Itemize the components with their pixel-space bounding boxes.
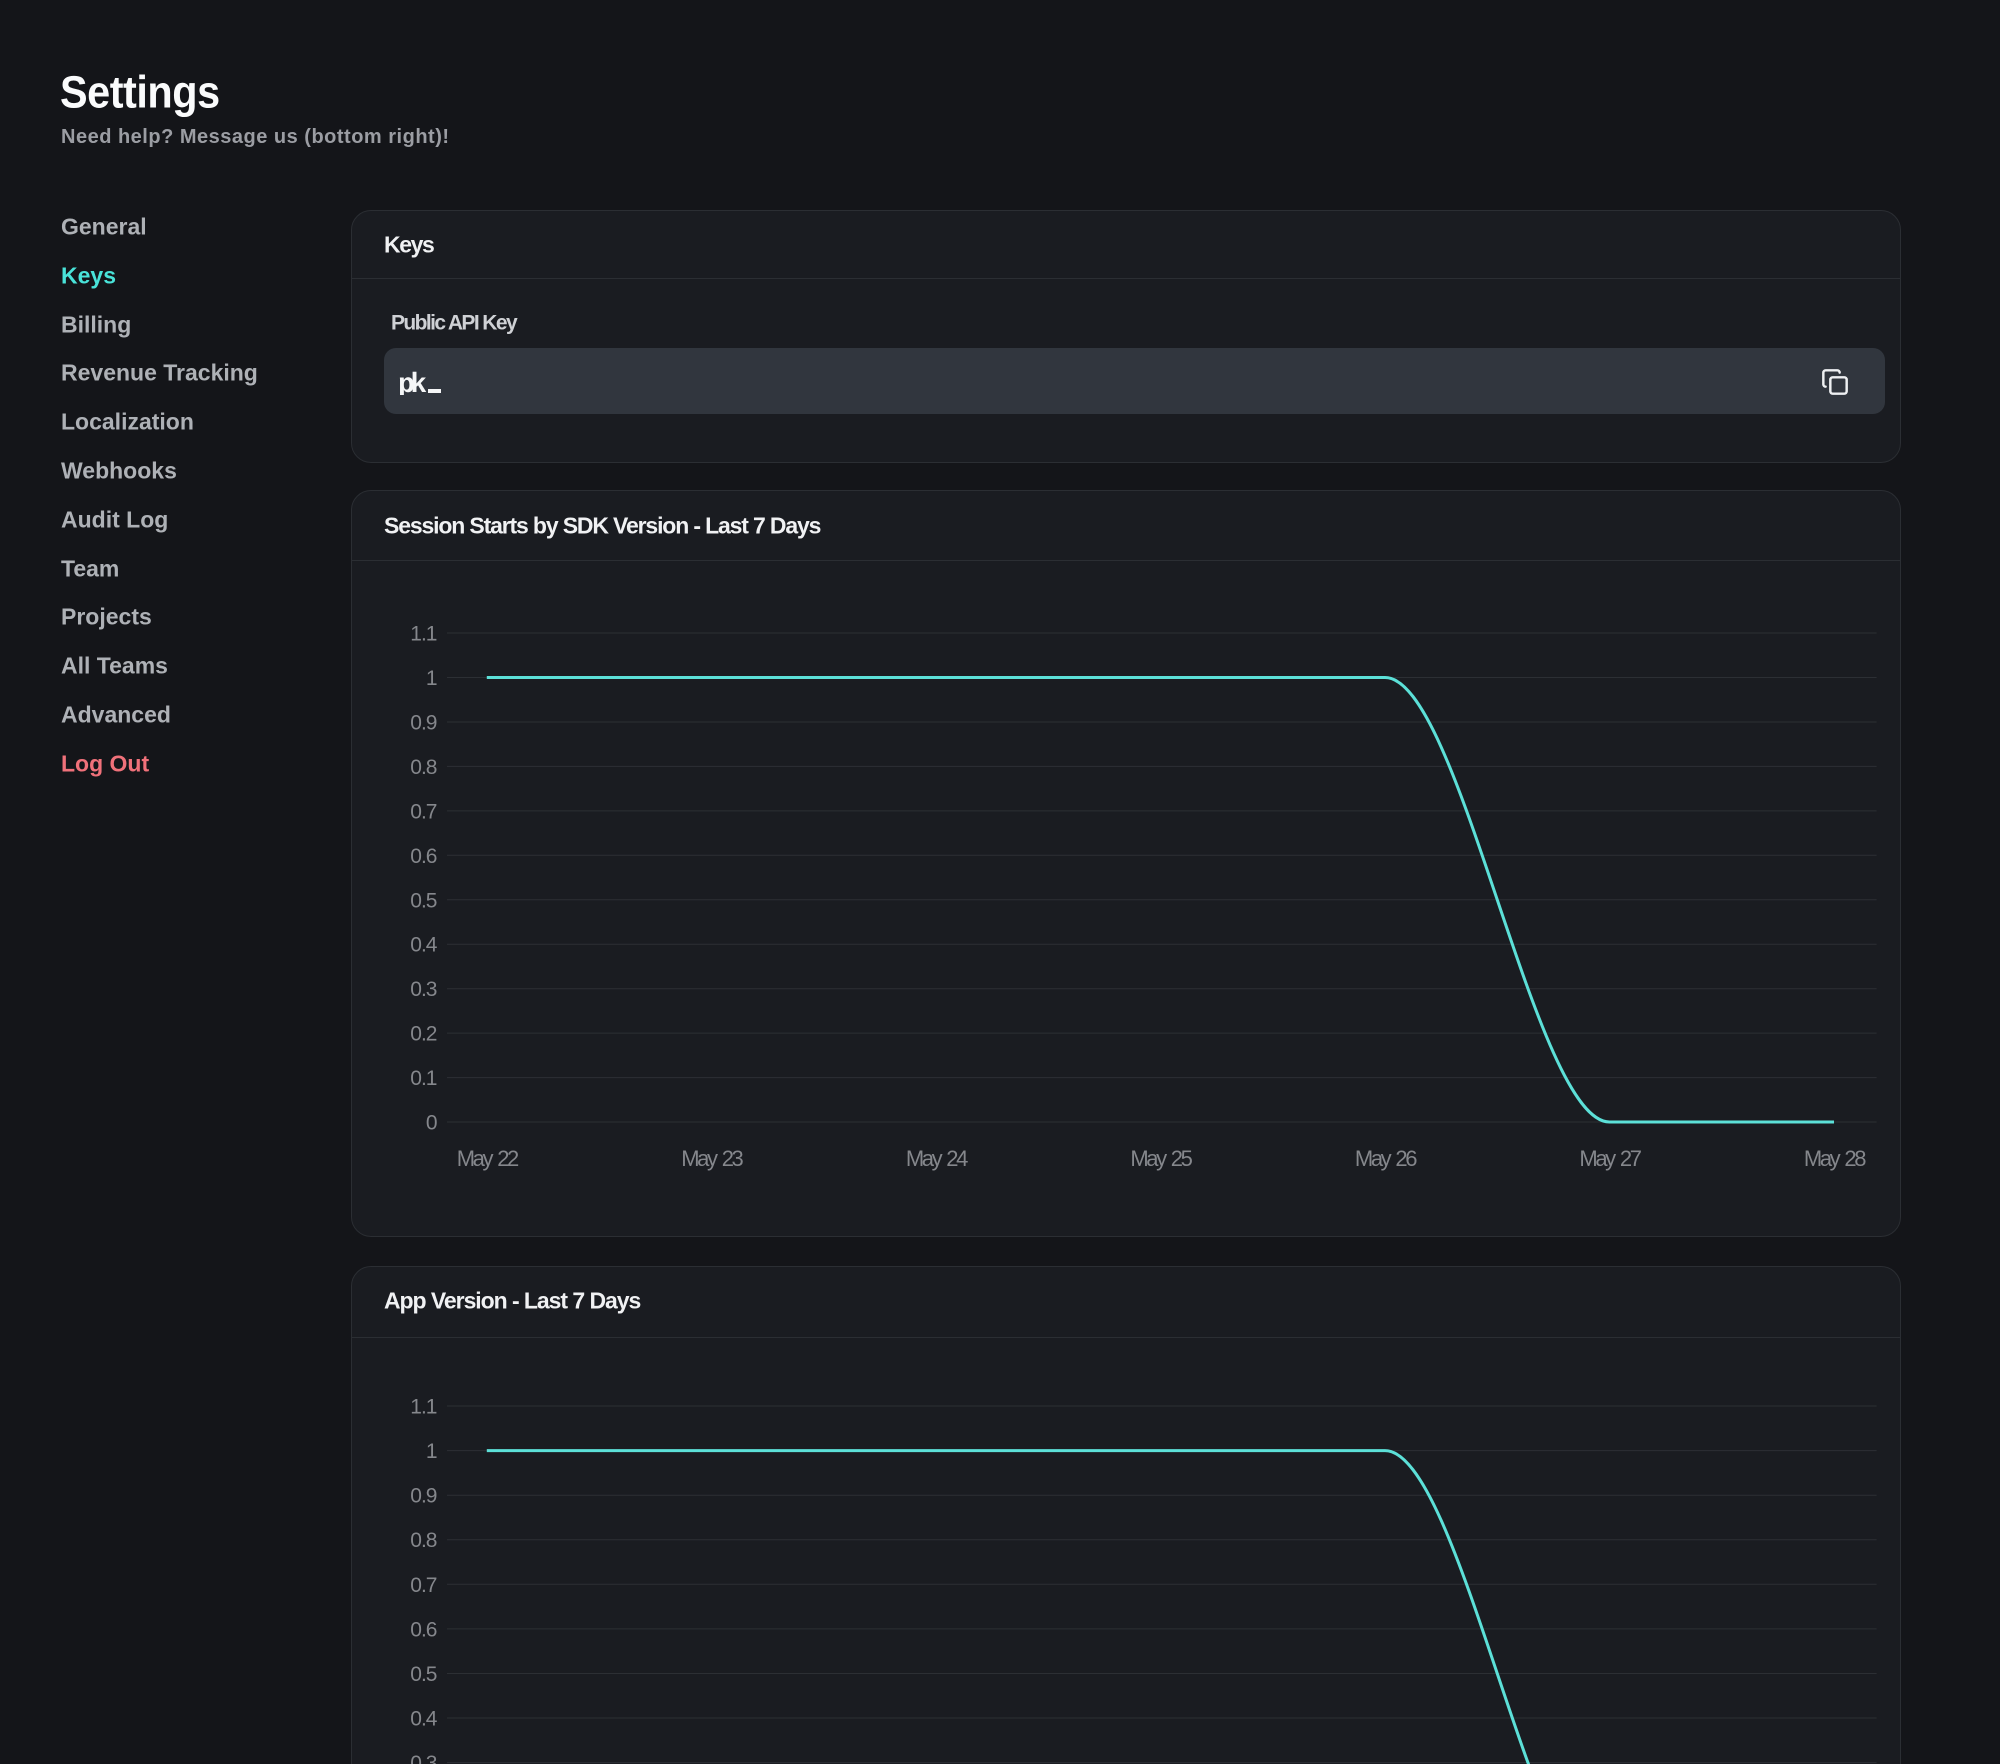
- svg-text:1.1: 1.1: [410, 623, 437, 646]
- svg-text:1.1: 1.1: [410, 1396, 437, 1419]
- svg-text:1: 1: [426, 1440, 437, 1463]
- svg-text:May 28: May 28: [1804, 1146, 1866, 1171]
- svg-text:0.3: 0.3: [410, 1752, 437, 1764]
- svg-text:0.5: 0.5: [410, 1663, 437, 1686]
- svg-text:0.9: 0.9: [410, 712, 437, 735]
- svg-text:0.7: 0.7: [410, 800, 437, 823]
- svg-text:0.1: 0.1: [410, 1067, 437, 1090]
- svg-text:0: 0: [426, 1112, 437, 1135]
- svg-text:0.6: 0.6: [410, 845, 437, 868]
- svg-text:May 26: May 26: [1355, 1146, 1417, 1171]
- svg-text:May 23: May 23: [681, 1146, 743, 1171]
- svg-text:0.8: 0.8: [410, 756, 437, 779]
- svg-text:1: 1: [426, 667, 437, 690]
- svg-text:0.6: 0.6: [410, 1618, 437, 1641]
- svg-text:May 22: May 22: [457, 1146, 519, 1171]
- svg-text:0.3: 0.3: [410, 978, 437, 1001]
- svg-text:0.9: 0.9: [410, 1485, 437, 1508]
- svg-text:0.4: 0.4: [410, 934, 438, 957]
- svg-text:0.2: 0.2: [410, 1023, 437, 1046]
- svg-text:0.5: 0.5: [410, 889, 437, 912]
- svg-text:0.8: 0.8: [410, 1529, 437, 1552]
- svg-text:May 24: May 24: [906, 1146, 968, 1171]
- svg-text:0.7: 0.7: [410, 1574, 437, 1597]
- svg-text:May 25: May 25: [1130, 1146, 1192, 1171]
- svg-text:0.4: 0.4: [410, 1708, 438, 1731]
- svg-text:May 27: May 27: [1579, 1146, 1641, 1171]
